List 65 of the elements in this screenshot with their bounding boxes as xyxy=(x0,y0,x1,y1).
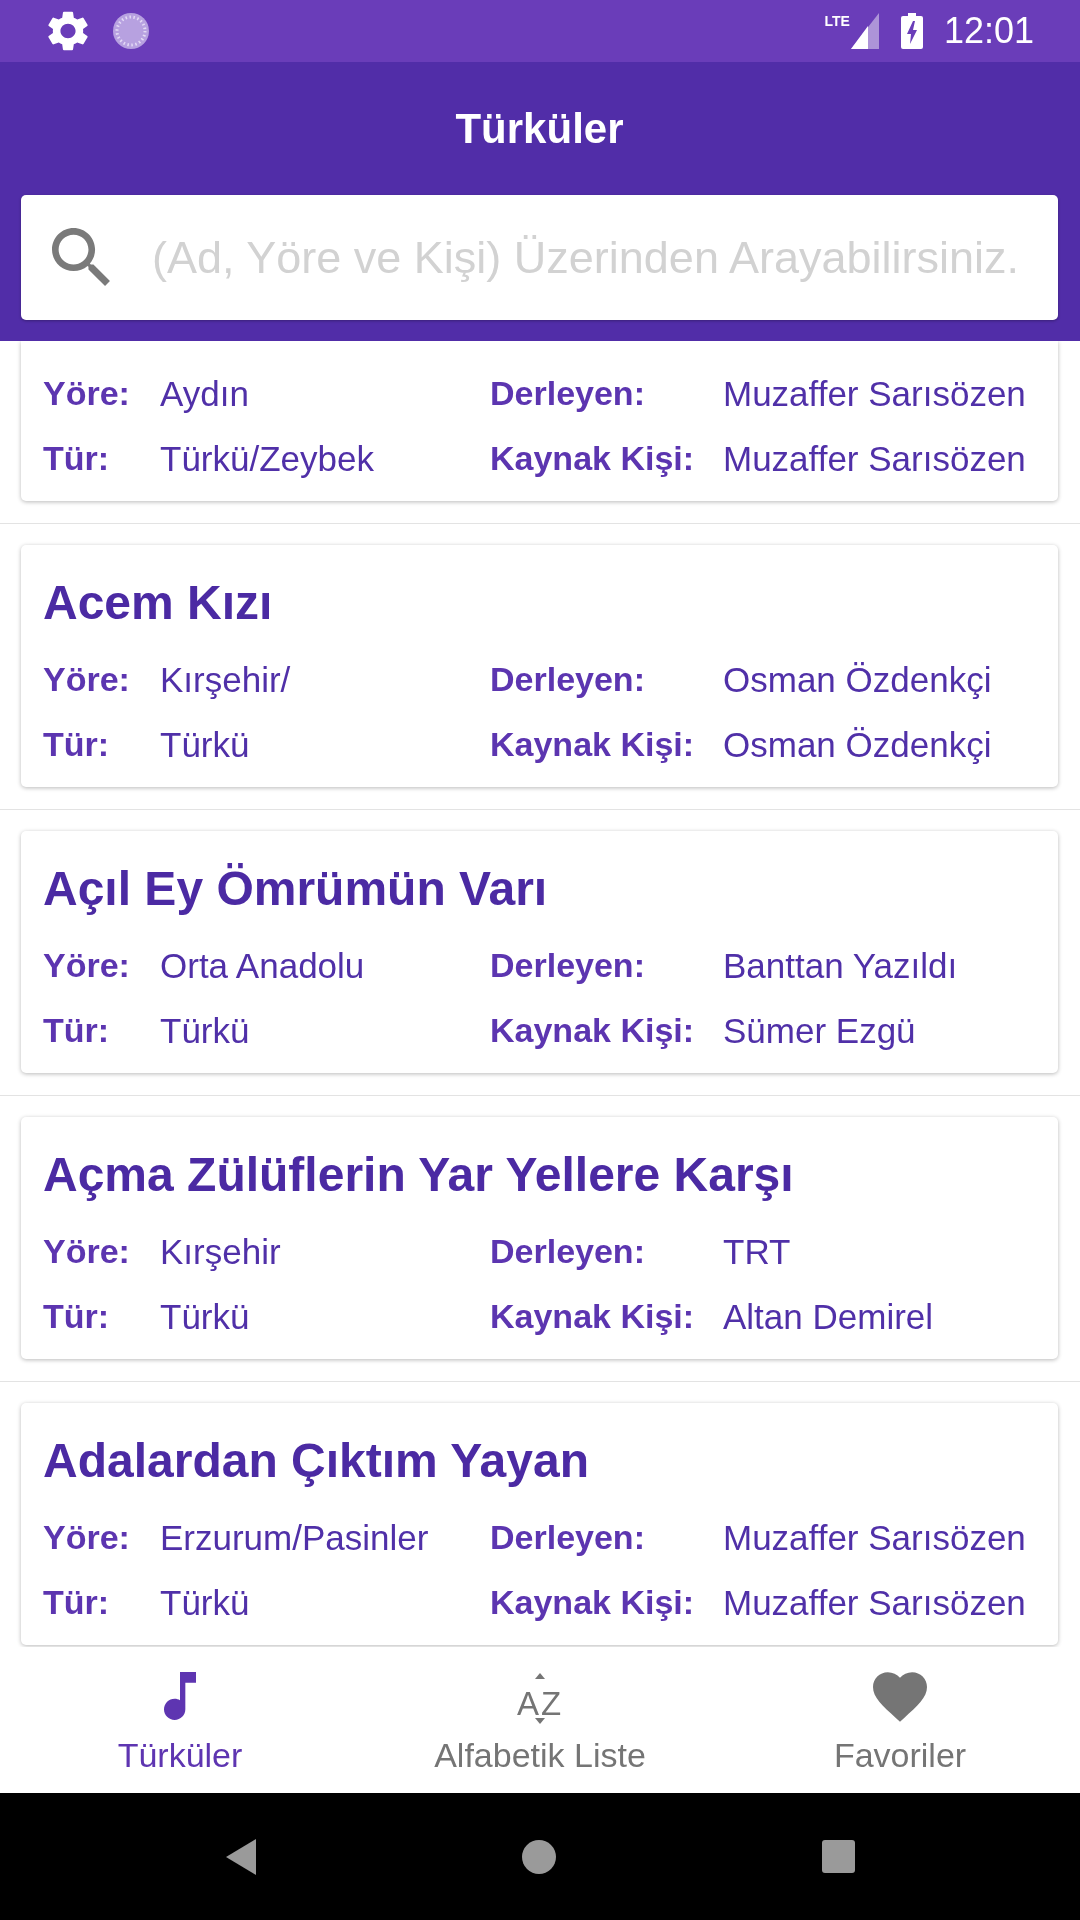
field-label: Yöre: xyxy=(43,660,130,699)
field-label: Kaynak Kişi: xyxy=(490,439,695,478)
field-value: Muzaffer Sarısözen xyxy=(723,1517,1026,1558)
field-label: Tür: xyxy=(43,439,110,478)
home-icon[interactable] xyxy=(521,1839,556,1874)
field-value: Muzaffer Sarısözen xyxy=(723,373,1026,414)
field-label: Derleyen: xyxy=(490,1518,645,1557)
field-label: Tür: xyxy=(43,1011,110,1050)
song-title: Açma Zülüflerin Yar Yellere Karşı xyxy=(43,1147,795,1203)
signal-icon xyxy=(850,13,879,49)
field-label: Kaynak Kişi: xyxy=(490,1583,695,1622)
field-value: Osman Özdenkçi xyxy=(723,659,992,700)
field-label: Kaynak Kişi: xyxy=(490,1297,695,1336)
field-value: Sümer Ezgü xyxy=(723,1010,916,1051)
song-card[interactable]: Açma Zülüflerin Yar Yellere Karşı Yöre: Kırşehir Derleyen: TRT Tür: Türkü Kaynak Kişi: Altan Demirel xyxy=(21,1117,1058,1359)
field-label: Derleyen: xyxy=(490,374,645,413)
song-card[interactable]: Acem Kızı Yöre: Kırşehir/ Derleyen: Osman Özdenkçi Tür: Türkü Kaynak Kişi: Osman Özdenkçi xyxy=(21,545,1058,787)
field-label: Derleyen: xyxy=(490,946,645,985)
heart-icon xyxy=(873,1672,927,1722)
bottom-nav-tab[interactable]: AZ Alfabetik Liste xyxy=(360,1647,720,1793)
field-label: Tür: xyxy=(43,1583,110,1622)
song-card[interactable]: Adalardan Çıktım Yayan Yöre: Erzurum/Pasinler Derleyen: Muzaffer Sarısözen Tür: Türkü Kaynak Kişi: Muzaffer Sarısözen xyxy=(21,1403,1058,1645)
field-label: Yöre: xyxy=(43,1518,130,1557)
field-label: Derleyen: xyxy=(490,1232,645,1271)
field-label: Yöre: xyxy=(43,1232,130,1271)
field-label: Tür: xyxy=(43,1297,110,1336)
field-value: Altan Demirel xyxy=(723,1296,934,1337)
field-value: Muzaffer Sarısözen xyxy=(723,438,1026,479)
bottom-nav-tab[interactable]: Favoriler xyxy=(720,1647,1080,1793)
song-title: Adalardan Çıktım Yayan xyxy=(43,1433,590,1489)
field-value: TRT xyxy=(723,1231,791,1272)
field-value: Muzaffer Sarısözen xyxy=(723,1582,1026,1623)
field-value: Kırşehir xyxy=(160,1231,281,1272)
field-value: Orta Anadolu xyxy=(160,945,365,986)
field-value: Türkü xyxy=(160,1296,250,1337)
field-label: Derleyen: xyxy=(490,660,645,699)
clock-time: 12:01 xyxy=(943,10,1034,52)
field-value: Türkü xyxy=(160,1582,250,1623)
dashed-circle-icon xyxy=(112,12,150,50)
field-label: Kaynak Kişi: xyxy=(490,1011,695,1050)
search-icon xyxy=(52,228,110,286)
field-value: Türkü xyxy=(160,1010,250,1051)
screen-title: Türküler xyxy=(454,104,625,154)
field-label: Yöre: xyxy=(43,946,130,985)
field-value: Türkü xyxy=(160,724,250,765)
field-value: Banttan Yazıldı xyxy=(723,945,958,986)
field-value: Osman Özdenkçi xyxy=(723,724,992,765)
song-title: Acem Kızı xyxy=(43,575,274,631)
field-label: Tür: xyxy=(43,725,110,764)
field-label: Yöre: xyxy=(43,374,130,413)
bottom-nav-tab[interactable]: Türküler xyxy=(0,1647,360,1793)
network-type-label: LTE xyxy=(824,13,850,29)
field-label: Kaynak Kişi: xyxy=(490,725,695,764)
field-value: Erzurum/Pasinler xyxy=(160,1517,429,1558)
battery-charging-icon xyxy=(900,13,923,49)
field-value: Aydın xyxy=(160,373,249,414)
song-card[interactable]: Yöre: Aydın Derleyen: Muzaffer Sarısözen Tür: Türkü/Zeybek Kaynak Kişi: Muzaffer Sarısözen xyxy=(21,341,1058,501)
field-value: Türkü/Zeybek xyxy=(160,438,374,479)
field-value: Kırşehir/ xyxy=(160,659,291,700)
music-note-icon xyxy=(164,1672,196,1720)
back-icon[interactable] xyxy=(225,1838,256,1875)
song-card[interactable]: Açıl Ey Ömrümün Varı Yöre: Orta Anadolu Derleyen: Banttan Yazıldı Tür: Türkü Kaynak Kişi: Sümer Ezgü xyxy=(21,831,1058,1073)
song-title: Açıl Ey Ömrümün Varı xyxy=(43,861,549,917)
recents-icon[interactable] xyxy=(821,1840,855,1873)
settings-icon xyxy=(48,11,88,51)
